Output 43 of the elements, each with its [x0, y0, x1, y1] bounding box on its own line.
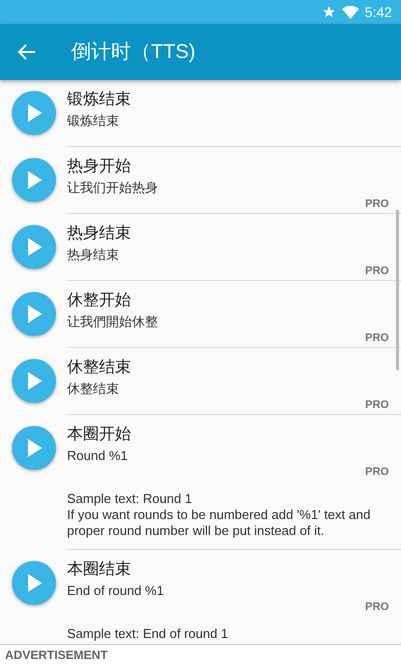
play-button[interactable]: [12, 91, 56, 135]
item-title: 本圈结束: [67, 560, 132, 580]
item-text: 休整结束: [67, 380, 120, 398]
ad-label: ADVERTISEMENT: [5, 646, 108, 664]
item-text: Round %1: [67, 447, 129, 465]
item-text: 让我們開始休整: [67, 313, 159, 331]
item-title: 热身结束: [67, 224, 132, 244]
play-button[interactable]: [12, 225, 56, 269]
pro-label: PRO: [365, 601, 389, 614]
play-button[interactable]: [12, 292, 56, 336]
item-text: End of round %1: [67, 582, 165, 600]
item-title: 休整开始: [67, 291, 132, 311]
play-button[interactable]: [12, 359, 56, 403]
item-title: 休整结束: [67, 358, 132, 378]
wifi-icon: [342, 6, 359, 18]
sample-text: If you want rounds to be numbered add '%1' text and proper round number will be put instead of it.: [67, 507, 372, 539]
play-icon: [28, 238, 42, 256]
item-text: 锻炼结束: [67, 112, 120, 130]
back-icon[interactable]: [18, 44, 36, 60]
item-text: 让我们开始热身: [67, 179, 159, 197]
play-button[interactable]: [12, 158, 56, 202]
star-icon: [322, 5, 336, 19]
item-title: 锻炼结束: [67, 90, 132, 110]
item-text: 热身结束: [67, 246, 120, 264]
pro-label: PRO: [365, 332, 389, 345]
pro-label: PRO: [365, 265, 389, 278]
play-button[interactable]: [12, 426, 56, 470]
play-icon: [28, 305, 42, 323]
play-icon: [28, 171, 42, 189]
play-button[interactable]: [12, 561, 56, 605]
sample-text: Sample text: Round 1: [67, 491, 194, 507]
sample-text: Sample text: End of round 1: [67, 626, 230, 642]
pro-label: PRO: [365, 198, 389, 211]
play-icon: [28, 574, 42, 592]
pro-label: PRO: [365, 466, 389, 479]
play-icon: [28, 439, 42, 457]
toolbar-title: 倒计时（TTS): [71, 40, 196, 65]
play-icon: [28, 104, 42, 122]
clock-text: 5:42: [364, 2, 392, 22]
play-icon: [28, 372, 42, 390]
item-title: 热身开始: [67, 157, 132, 177]
item-title: 本圈开始: [67, 424, 132, 445]
pro-label: PRO: [365, 399, 389, 412]
